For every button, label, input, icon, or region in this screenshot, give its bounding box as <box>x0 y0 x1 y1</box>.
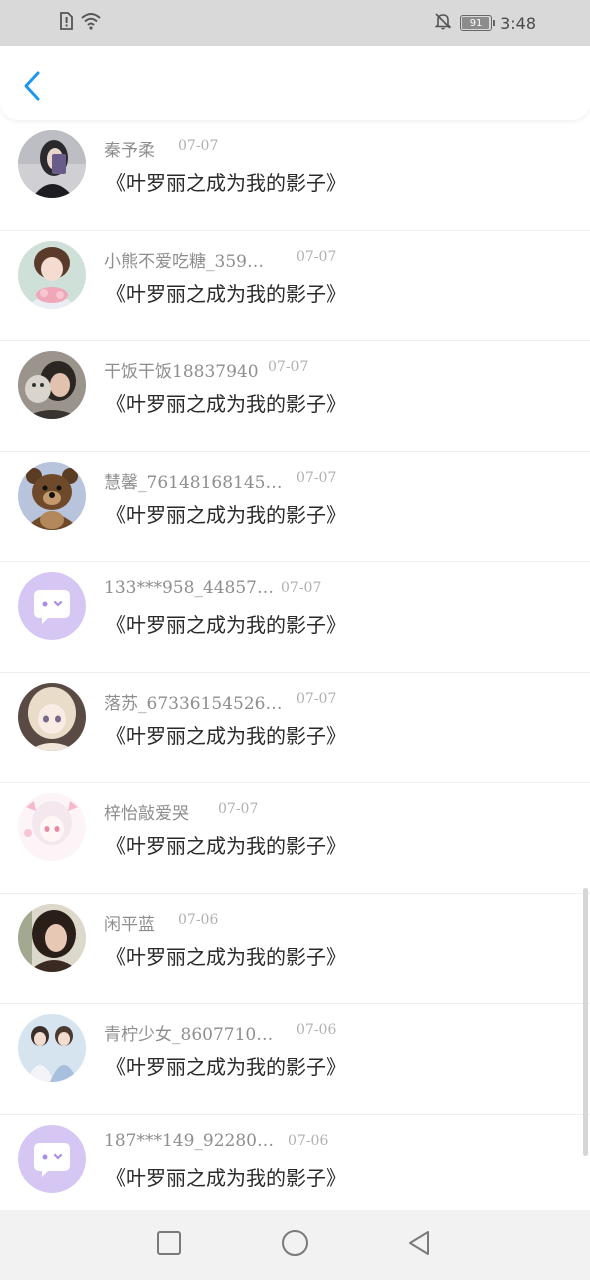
comment-date: 07-07 <box>178 138 219 154</box>
user-name[interactable]: 梓怡敲爱哭 <box>104 799 189 824</box>
list-item[interactable]: 187***149_9228035233 07-06 《叶罗丽之成为我的影子》 <box>0 1115 590 1226</box>
chevron-left-icon <box>22 70 42 106</box>
user-name[interactable]: 小熊不爱吃糖_359… <box>104 247 264 272</box>
avatar[interactable] <box>18 682 86 751</box>
avatar[interactable] <box>18 793 86 861</box>
list-item[interactable]: 闲平蓝 07-06 《叶罗丽之成为我的影子》 <box>0 894 590 1004</box>
user-name[interactable]: 133***958_448570772 <box>104 578 284 598</box>
list-item[interactable]: 133***958_448570772 07-07 《叶罗丽之成为我的影子》 <box>0 562 590 673</box>
status-bar: 91 3:48 <box>0 0 590 46</box>
home-button[interactable] <box>280 1230 310 1260</box>
comment-date: 07-07 <box>281 580 322 596</box>
comment-content: 《叶罗丽之成为我的影子》 <box>106 834 346 858</box>
avatar[interactable] <box>18 351 86 419</box>
comment-date: 07-06 <box>178 911 219 928</box>
wifi-icon <box>80 12 102 34</box>
avatar[interactable] <box>18 903 86 972</box>
comment-date: 07-06 <box>296 1022 337 1038</box>
top-header <box>0 46 590 120</box>
avatar[interactable] <box>18 240 86 309</box>
comment-date: 07-07 <box>218 801 259 817</box>
recent-apps-button[interactable] <box>154 1230 184 1260</box>
bell-off-icon <box>434 12 452 34</box>
comment-list: 秦予柔 07-07 《叶罗丽之成为我的影子》 小熊不爱吃糖_359… 07-07… <box>0 120 590 1225</box>
square-icon <box>156 1230 182 1260</box>
user-name[interactable]: 187***149_9228035233 <box>104 1131 284 1151</box>
list-item[interactable]: 秦予柔 07-07 《叶罗丽之成为我的影子》 <box>0 120 590 231</box>
list-item[interactable]: 慧馨_761481681459… 07-07 《叶罗丽之成为我的影子》 <box>0 452 590 562</box>
list-item[interactable]: 干饭干饭18837940 07-07 《叶罗丽之成为我的影子》 <box>0 341 590 452</box>
comment-content: 《叶罗丽之成为我的影子》 <box>106 171 346 195</box>
default-chat-avatar-icon[interactable] <box>18 1124 86 1193</box>
comment-content: 《叶罗丽之成为我的影子》 <box>106 502 346 527</box>
circle-icon <box>281 1229 309 1261</box>
list-item[interactable]: 梓怡敲爱哭 07-07 《叶罗丽之成为我的影子》 <box>0 783 590 894</box>
user-name[interactable]: 青柠少女_8607710… <box>104 1020 273 1045</box>
comment-date: 07-07 <box>296 690 337 707</box>
comment-date: 07-07 <box>268 359 309 375</box>
comment-date: 07-07 <box>296 469 337 486</box>
system-nav-bar <box>0 1210 590 1280</box>
default-chat-avatar-icon[interactable] <box>18 572 86 640</box>
avatar[interactable] <box>18 461 86 530</box>
system-back-button[interactable] <box>404 1230 434 1260</box>
status-time: 3:48 <box>500 13 536 33</box>
avatar[interactable] <box>18 130 86 198</box>
battery-icon: 91 <box>460 15 496 31</box>
comment-content: 《叶罗丽之成为我的影子》 <box>106 392 346 416</box>
comment-content: 《叶罗丽之成为我的影子》 <box>106 944 346 969</box>
user-name[interactable]: 闲平蓝 <box>104 910 155 935</box>
status-left-icons <box>58 12 102 34</box>
alert-icon <box>58 12 74 34</box>
battery-level: 91 <box>469 17 483 29</box>
comment-content: 《叶罗丽之成为我的影子》 <box>106 613 346 637</box>
list-item[interactable]: 落苏_673361545268… 07-07 《叶罗丽之成为我的影子》 <box>0 673 590 783</box>
comment-content: 《叶罗丽之成为我的影子》 <box>106 1165 346 1190</box>
status-right-icons: 91 3:48 <box>434 12 536 34</box>
comment-content: 《叶罗丽之成为我的影子》 <box>106 281 346 306</box>
user-name[interactable]: 干饭干饭18837940 <box>104 357 259 382</box>
back-button[interactable] <box>14 68 50 108</box>
comment-content: 《叶罗丽之成为我的影子》 <box>106 723 346 748</box>
comment-date: 07-07 <box>296 248 337 265</box>
triangle-back-icon <box>406 1229 432 1261</box>
user-name[interactable]: 秦予柔 <box>104 136 155 161</box>
list-item[interactable]: 小熊不爱吃糖_359… 07-07 《叶罗丽之成为我的影子》 <box>0 231 590 341</box>
list-item[interactable]: 青柠少女_8607710… 07-06 《叶罗丽之成为我的影子》 <box>0 1004 590 1115</box>
scrollbar[interactable] <box>583 888 588 1156</box>
comment-date: 07-06 <box>288 1132 329 1149</box>
user-name[interactable]: 落苏_673361545268… <box>104 689 284 714</box>
user-name[interactable]: 慧馨_761481681459… <box>104 468 284 493</box>
avatar[interactable] <box>18 1014 86 1082</box>
comment-content: 《叶罗丽之成为我的影子》 <box>106 1055 346 1079</box>
